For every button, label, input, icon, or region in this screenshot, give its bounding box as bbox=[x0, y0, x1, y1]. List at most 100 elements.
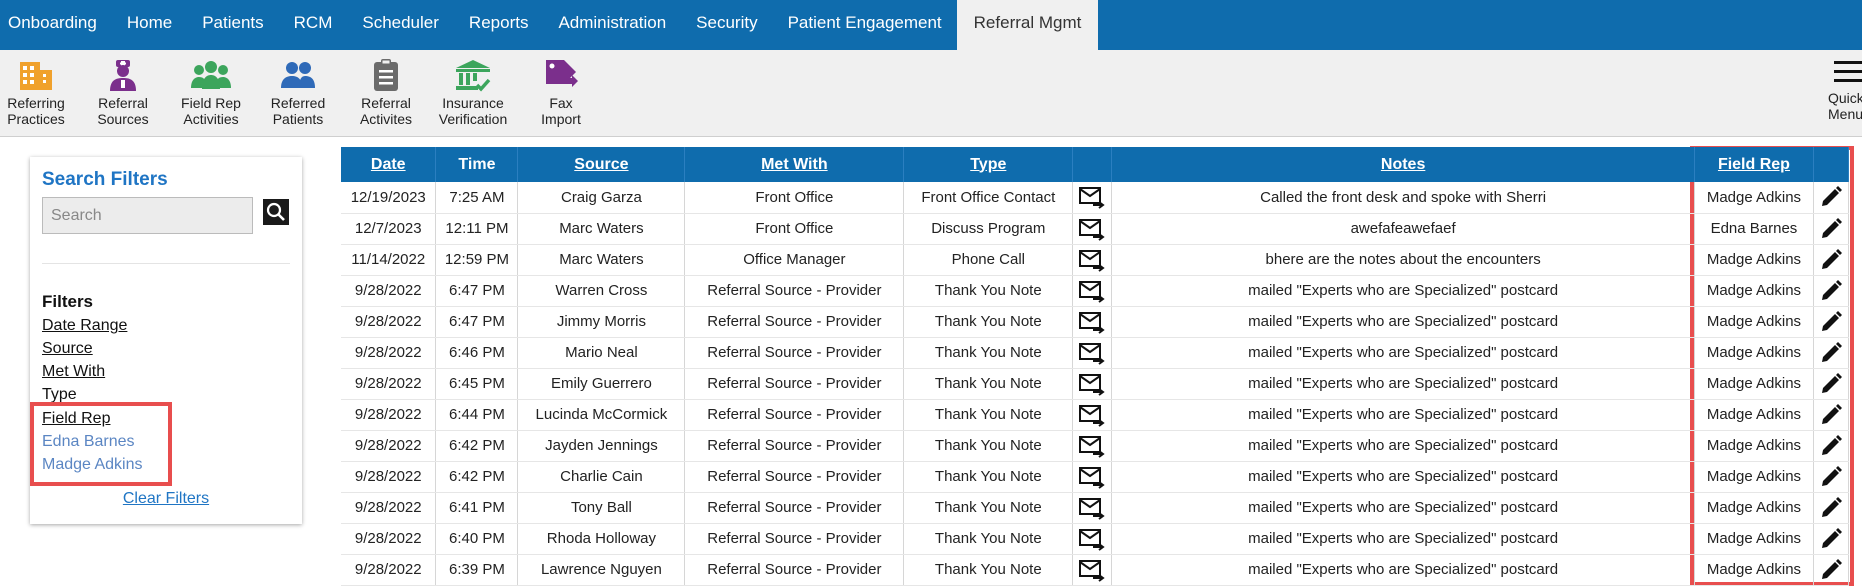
mail-button[interactable] bbox=[1072, 182, 1113, 214]
search-button[interactable] bbox=[263, 199, 289, 225]
cell-time: 6:42 PM bbox=[435, 461, 519, 493]
cell-source: Marc Waters bbox=[517, 213, 686, 245]
cell-notes: mailed "Experts who are Specialized" pos… bbox=[1111, 461, 1695, 493]
cell-notes: mailed "Experts who are Specialized" pos… bbox=[1111, 337, 1695, 369]
edit-button[interactable] bbox=[1813, 523, 1850, 555]
filter-date-range[interactable]: Date Range bbox=[42, 317, 127, 335]
nav-reports[interactable]: Reports bbox=[454, 0, 544, 50]
table-row[interactable]: 12/19/2023 7:25 AM Craig Garza Front Office… bbox=[341, 182, 1850, 214]
edit-button[interactable] bbox=[1813, 368, 1850, 400]
table-row[interactable]: 9/28/2022 6:45 PM Emily Guerrero Referral S… bbox=[341, 368, 1850, 400]
nav-onboarding[interactable]: Onboarding bbox=[0, 0, 112, 50]
table-row[interactable]: 9/28/2022 6:41 PM Tony Ball Referral Source… bbox=[341, 492, 1850, 524]
hamburger-menu-icon bbox=[1834, 61, 1862, 82]
edit-button[interactable] bbox=[1813, 461, 1850, 493]
tool-referral-activites[interactable]: Referral Activites bbox=[338, 58, 434, 127]
col-header-type[interactable]: Type bbox=[903, 147, 1074, 182]
nav-patients[interactable]: Patients bbox=[187, 0, 278, 50]
nav-referral-mgmt[interactable]: Referral Mgmt bbox=[956, 0, 1099, 50]
cell-time: 6:44 PM bbox=[435, 399, 519, 431]
cell-type: Thank You Note bbox=[903, 492, 1074, 524]
cell-time: 6:46 PM bbox=[435, 337, 519, 369]
mail-button[interactable] bbox=[1072, 492, 1113, 524]
col-header-source-label[interactable]: Source bbox=[574, 156, 628, 173]
tool-label-line1: Referral bbox=[98, 95, 148, 111]
mail-button[interactable] bbox=[1072, 399, 1113, 431]
nav-rcm[interactable]: RCM bbox=[279, 0, 348, 50]
tool-label-line1: Insurance bbox=[442, 95, 504, 111]
cell-date: 9/28/2022 bbox=[341, 430, 437, 462]
col-header-met-with-label[interactable]: Met With bbox=[761, 156, 828, 173]
mail-button[interactable] bbox=[1072, 213, 1113, 245]
tool-insurance-verification[interactable]: Insurance Verification bbox=[425, 58, 521, 127]
top-nav: Onboarding Home Patients RCM Scheduler R… bbox=[0, 0, 1862, 50]
mail-button[interactable] bbox=[1072, 523, 1113, 555]
tool-referring-practices[interactable]: Referring Practices bbox=[0, 58, 84, 127]
cell-met-with: Referral Source - Provider bbox=[684, 430, 905, 462]
col-header-type-label[interactable]: Type bbox=[970, 156, 1006, 173]
filter-source[interactable]: Source bbox=[42, 340, 93, 358]
cell-notes: mailed "Experts who are Specialized" pos… bbox=[1111, 430, 1695, 462]
mail-button[interactable] bbox=[1072, 430, 1113, 462]
edit-button[interactable] bbox=[1813, 213, 1850, 245]
col-header-date[interactable]: Date bbox=[341, 147, 437, 182]
filter-met-with[interactable]: Met With bbox=[42, 363, 105, 381]
edit-button[interactable] bbox=[1813, 182, 1850, 214]
col-header-notes-label[interactable]: Notes bbox=[1381, 156, 1425, 173]
clear-filters-link[interactable]: Clear Filters bbox=[30, 490, 302, 508]
nav-administration[interactable]: Administration bbox=[543, 0, 681, 50]
mail-button[interactable] bbox=[1072, 306, 1113, 338]
nav-patient-engagement[interactable]: Patient Engagement bbox=[773, 0, 957, 50]
table-row[interactable]: 9/28/2022 6:42 PM Charlie Cain Referral Sou… bbox=[341, 461, 1850, 493]
mail-button[interactable] bbox=[1072, 275, 1113, 307]
cell-notes: bhere are the notes about the encounters bbox=[1111, 244, 1695, 276]
quick-menu-label-line1: Quick bbox=[1828, 90, 1862, 106]
edit-button[interactable] bbox=[1813, 430, 1850, 462]
edit-button[interactable] bbox=[1813, 399, 1850, 431]
mail-button[interactable] bbox=[1072, 554, 1113, 586]
cell-date: 9/28/2022 bbox=[341, 554, 437, 586]
edit-button[interactable] bbox=[1813, 275, 1850, 307]
table-row[interactable]: 9/28/2022 6:47 PM Warren Cross Referral Sou… bbox=[341, 275, 1850, 307]
nav-scheduler[interactable]: Scheduler bbox=[347, 0, 454, 50]
table-row[interactable]: 9/28/2022 6:44 PM Lucinda McCormick Referra… bbox=[341, 399, 1850, 431]
col-header-field-rep-label[interactable]: Field Rep bbox=[1718, 156, 1790, 173]
cell-source: Lawrence Nguyen bbox=[517, 554, 686, 586]
col-header-date-label[interactable]: Date bbox=[371, 156, 406, 173]
search-input[interactable] bbox=[42, 197, 253, 234]
tool-fax-import[interactable]: Fax Import bbox=[513, 58, 609, 127]
tool-referral-sources[interactable]: Referral Sources bbox=[75, 58, 171, 127]
cell-field-rep: Madge Adkins bbox=[1694, 523, 1814, 555]
mail-button[interactable] bbox=[1072, 244, 1113, 276]
edit-button[interactable] bbox=[1813, 337, 1850, 369]
col-header-notes[interactable]: Notes bbox=[1111, 147, 1695, 182]
table-row[interactable]: 11/14/2022 12:59 PM Marc Waters Office Mana… bbox=[341, 244, 1850, 276]
table-row[interactable]: 12/7/2023 12:11 PM Marc Waters Front Office… bbox=[341, 213, 1850, 245]
nav-home[interactable]: Home bbox=[112, 0, 187, 50]
cell-field-rep: Madge Adkins bbox=[1694, 368, 1814, 400]
mail-send-icon bbox=[1079, 435, 1105, 458]
table-row[interactable]: 9/28/2022 6:42 PM Jayden Jennings Referral … bbox=[341, 430, 1850, 462]
table-row[interactable]: 9/28/2022 6:39 PM Lawrence Nguyen Referral … bbox=[341, 554, 1850, 586]
referral-activities-table: Date Time Source Met With Type Notes Fie… bbox=[341, 147, 1850, 586]
edit-button[interactable] bbox=[1813, 244, 1850, 276]
nav-security[interactable]: Security bbox=[681, 0, 772, 50]
table-row[interactable]: 9/28/2022 6:40 PM Rhoda Holloway Referral S… bbox=[341, 523, 1850, 555]
quick-menu-button[interactable]: Quick Menu bbox=[1828, 60, 1862, 122]
edit-button[interactable] bbox=[1813, 554, 1850, 586]
col-header-met-with[interactable]: Met With bbox=[684, 147, 905, 182]
col-header-source[interactable]: Source bbox=[517, 147, 686, 182]
tool-field-rep-activities[interactable]: Field Rep Activities bbox=[163, 58, 259, 127]
mail-button[interactable] bbox=[1072, 337, 1113, 369]
bank-check-icon bbox=[456, 60, 491, 92]
mail-button[interactable] bbox=[1072, 368, 1113, 400]
edit-button[interactable] bbox=[1813, 306, 1850, 338]
mail-button[interactable] bbox=[1072, 461, 1113, 493]
table-row[interactable]: 9/28/2022 6:47 PM Jimmy Morris Referral Sou… bbox=[341, 306, 1850, 338]
cell-date: 9/28/2022 bbox=[341, 337, 437, 369]
edit-button[interactable] bbox=[1813, 492, 1850, 524]
tool-label-line2: Patients bbox=[272, 111, 324, 127]
table-row[interactable]: 9/28/2022 6:46 PM Mario Neal Referral Sourc… bbox=[341, 337, 1850, 369]
tool-referred-patients[interactable]: Referred Patients bbox=[250, 58, 346, 127]
col-header-field-rep[interactable]: Field Rep bbox=[1694, 147, 1814, 182]
